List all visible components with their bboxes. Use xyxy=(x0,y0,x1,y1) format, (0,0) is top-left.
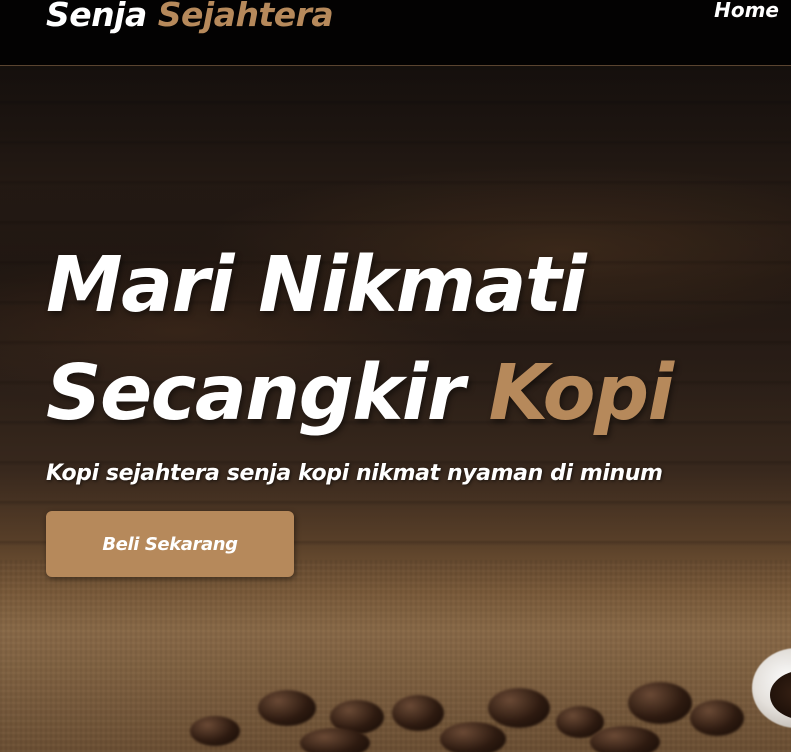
buy-now-button[interactable]: Beli Sekarang xyxy=(46,511,294,577)
hero-title: Mari Nikmati Secangkir Kopi xyxy=(46,232,674,448)
brand-logo[interactable]: Senja Sejahtera xyxy=(46,0,334,40)
landing-page: Senja Sejahtera Home Mari Nikmati Secang… xyxy=(0,0,791,752)
nav-link-home[interactable]: Home xyxy=(714,0,779,24)
hero-title-line2: Secangkir Kopi xyxy=(46,340,674,448)
navbar: Senja Sejahtera Home xyxy=(0,0,791,66)
hero-subtitle: Kopi sejahtera senja kopi nikmat nyaman … xyxy=(46,461,663,486)
brand-name-accent: Sejahtera xyxy=(157,0,334,34)
brand-name-primary: Senja xyxy=(46,0,147,34)
hero-title-line2-main: Secangkir xyxy=(46,349,489,438)
hero-title-accent: Kopi xyxy=(488,349,674,438)
hero-title-line1: Mari Nikmati xyxy=(46,241,587,330)
